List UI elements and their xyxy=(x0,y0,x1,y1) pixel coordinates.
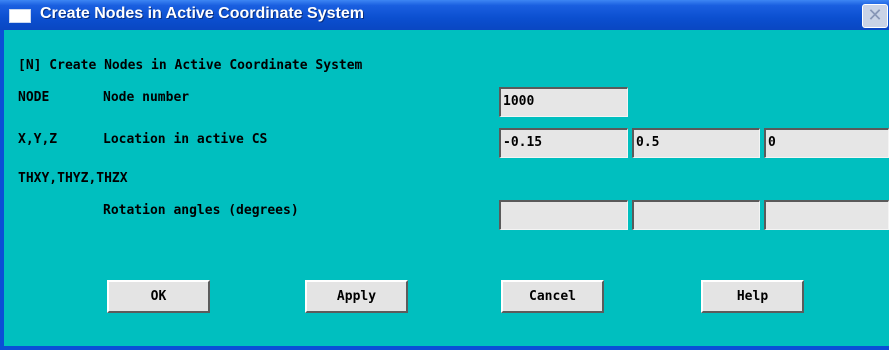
title-bar[interactable]: Create Nodes in Active Coordinate System… xyxy=(0,0,889,30)
thyz-rotation-field[interactable] xyxy=(632,200,760,230)
apply-button[interactable]: Apply xyxy=(305,280,408,313)
x-coordinate-field[interactable]: -0.15 xyxy=(499,128,628,158)
close-icon: ✕ xyxy=(867,5,883,26)
location-label: Location in active CS xyxy=(103,132,268,147)
dialog-body: [N] Create Nodes in Active Coordinate Sy… xyxy=(4,30,889,346)
node-key-label: NODE xyxy=(18,90,50,105)
window-icon xyxy=(9,9,31,23)
cancel-button[interactable]: Cancel xyxy=(501,280,604,313)
thzx-rotation-field[interactable] xyxy=(764,200,889,230)
dialog-window: Create Nodes in Active Coordinate System… xyxy=(0,0,889,350)
ok-button[interactable]: OK xyxy=(107,280,210,313)
xyz-key-label: X,Y,Z xyxy=(18,132,58,147)
node-number-field[interactable]: 1000 xyxy=(499,87,628,117)
z-coordinate-field[interactable]: 0 xyxy=(764,128,889,158)
node-number-label: Node number xyxy=(103,90,190,105)
thxy-rotation-field[interactable] xyxy=(499,200,628,230)
rotation-key-label: THXY,THYZ,THZX xyxy=(18,171,128,186)
y-coordinate-field[interactable]: 0.5 xyxy=(632,128,760,158)
rotation-label: Rotation angles (degrees) xyxy=(103,203,299,218)
window-title: Create Nodes in Active Coordinate System xyxy=(40,5,364,22)
close-button[interactable]: ✕ xyxy=(862,4,888,28)
help-button[interactable]: Help xyxy=(701,280,804,313)
form-header: [N] Create Nodes in Active Coordinate Sy… xyxy=(18,58,363,73)
